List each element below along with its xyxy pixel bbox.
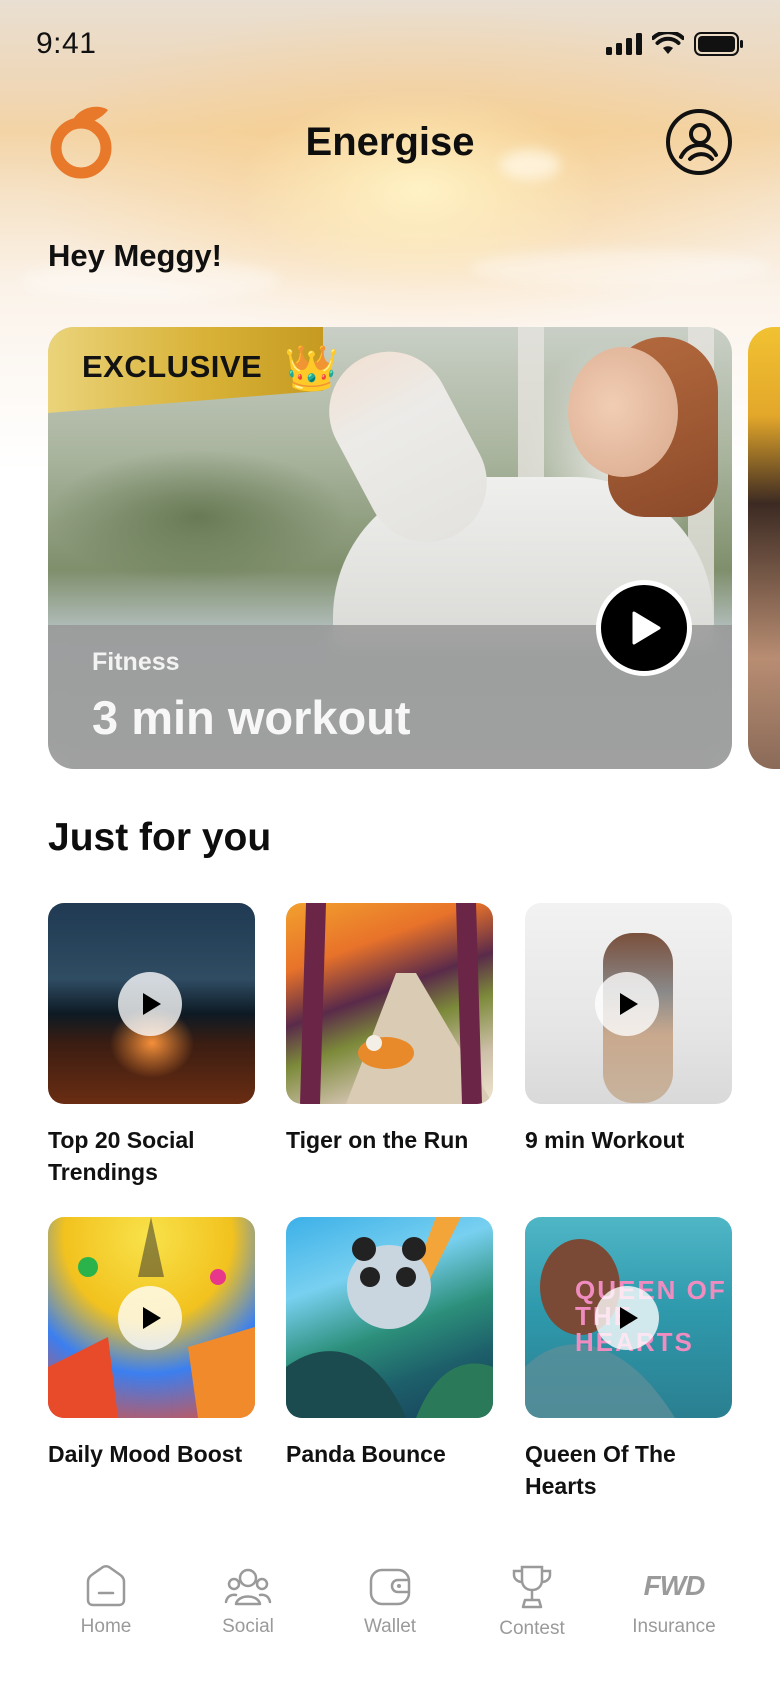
play-icon (620, 1307, 638, 1329)
greeting-text: Hey Meggy! (48, 238, 222, 273)
card-title: Panda Bounce (286, 1441, 446, 1467)
cellular-signal-icon (606, 33, 642, 55)
social-icon (224, 1568, 272, 1606)
crown-icon: 👑 (284, 344, 339, 393)
tab-label: Social (222, 1616, 274, 1637)
tab-label: Wallet (363, 1616, 417, 1637)
card-play-button[interactable] (595, 972, 659, 1036)
tab-wallet[interactable]: Wallet (330, 1564, 450, 1638)
card-thumbnail (48, 903, 255, 1104)
exclusive-badge: EXCLUSIVE (82, 349, 263, 384)
energise-logo-icon[interactable] (48, 104, 116, 180)
fwd-icon: FWD (643, 1564, 706, 1608)
battery-icon (694, 32, 743, 56)
section-title: Just for you (48, 816, 272, 859)
tab-label: Contest (499, 1618, 565, 1639)
fwd-logo-text: FWD (643, 1570, 706, 1601)
content-card[interactable]: QUEEN OF THE HEARTS Queen Of The Hearts (525, 1217, 732, 1502)
card-thumbnail (286, 1217, 493, 1418)
card-title: 9 min Workout (525, 1127, 685, 1153)
app-header: Energise (48, 104, 732, 180)
content-card[interactable]: Panda Bounce (286, 1217, 493, 1470)
play-icon (143, 1307, 161, 1329)
card-title: Queen Of The Hearts (525, 1441, 676, 1499)
card-thumbnail (525, 903, 732, 1104)
status-time: 9:41 (36, 27, 97, 60)
hero-play-button[interactable] (596, 580, 692, 676)
tab-contest[interactable]: Contest (472, 1564, 592, 1640)
card-thumbnail: QUEEN OF THE HEARTS (525, 1217, 732, 1418)
card-title: Top 20 Social Trendings (48, 1127, 195, 1185)
hero-category: Fitness (92, 648, 180, 676)
card-title: Tiger on the Run (286, 1127, 469, 1153)
card-thumbnail (48, 1217, 255, 1418)
tab-home[interactable]: Home (46, 1564, 166, 1638)
status-icons (606, 32, 744, 56)
card-play-button[interactable] (118, 1286, 182, 1350)
tab-label: Home (80, 1616, 132, 1637)
play-icon (620, 993, 638, 1015)
status-bar: 9:41 (36, 26, 744, 62)
user-icon (679, 123, 718, 161)
play-icon (632, 611, 661, 645)
wifi-icon (652, 32, 684, 54)
card-thumbnail (286, 903, 493, 1104)
trophy-icon (512, 1565, 552, 1609)
wallet-icon (369, 1568, 411, 1606)
play-icon (143, 993, 161, 1015)
tab-social[interactable]: Social (188, 1564, 308, 1638)
next-featured-card[interactable] (748, 327, 780, 769)
hero-title: 3 min workout (92, 691, 411, 744)
card-play-button[interactable] (118, 972, 182, 1036)
content-card[interactable]: Top 20 Social Trendings (48, 903, 255, 1188)
profile-button[interactable] (666, 109, 732, 175)
content-card[interactable]: Tiger on the Run (286, 903, 493, 1156)
content-card[interactable]: Daily Mood Boost (48, 1217, 255, 1470)
featured-video-card[interactable]: EXCLUSIVE 👑 Fitness 3 min workout (48, 327, 732, 769)
home-icon (86, 1565, 126, 1607)
page-title: Energise (305, 119, 475, 164)
tab-insurance[interactable]: FWD Insurance (614, 1564, 734, 1638)
card-title: Daily Mood Boost (48, 1441, 243, 1467)
bottom-tab-bar: Home Social Wallet Contest FWD Insurance (0, 1540, 780, 1688)
content-card[interactable]: 9 min Workout (525, 903, 732, 1156)
card-play-button[interactable] (595, 1286, 659, 1350)
tab-label: Insurance (632, 1616, 716, 1637)
